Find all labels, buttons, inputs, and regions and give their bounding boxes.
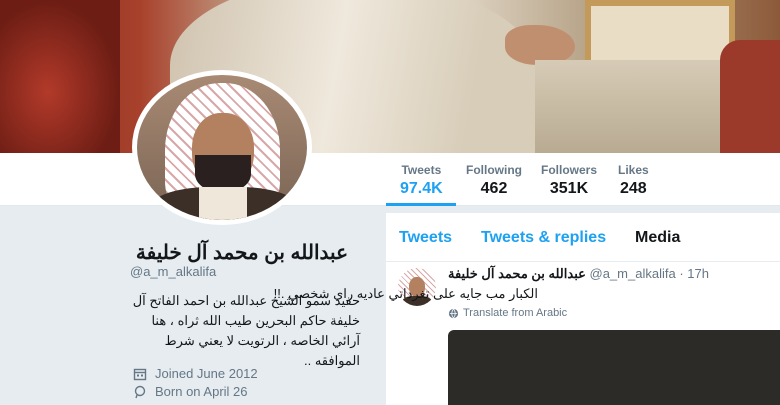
stat-following[interactable]: Following 462: [466, 163, 522, 198]
timeline-card: Tweets Tweets & replies Media عبدالله بن…: [274, 213, 780, 405]
profile-name[interactable]: عبدالله بن محمد آل خليفة: [136, 240, 348, 265]
tab-media[interactable]: Media: [635, 229, 680, 247]
tweet-header: عبدالله بن محمد آل خليفة @a_m_alkalifa ·…: [448, 266, 709, 282]
birth-date: Born on April 26: [133, 384, 248, 399]
tweet-media-preview[interactable]: [448, 330, 780, 405]
stat-label: Following: [466, 163, 522, 177]
translate-text: Translate from Arabic: [463, 307, 568, 319]
stat-value: 462: [480, 180, 508, 197]
stat-value: 97.4K: [400, 180, 443, 197]
stat-tweets[interactable]: Tweets 97.4K: [386, 163, 456, 206]
stat-value: 248: [619, 180, 647, 197]
profile-handle[interactable]: @a_m_alkalifa: [130, 264, 216, 279]
profile-avatar[interactable]: [132, 70, 312, 225]
profile-page: Tweets 97.4K Following 462 Followers 351…: [0, 0, 780, 405]
tweet-text: الكبار مب جايه على تغرداتي عاديه راي شخص…: [273, 286, 538, 301]
stat-likes[interactable]: Likes 248: [618, 163, 649, 198]
tweet-author-handle[interactable]: @a_m_alkalifa: [590, 266, 676, 281]
calendar-icon: [133, 368, 147, 380]
location-pin-icon: [134, 385, 146, 398]
tweet-author-name[interactable]: عبدالله بن محمد آل خليفة: [448, 266, 586, 281]
translate-link[interactable]: Translate from Arabic: [448, 307, 567, 319]
profile-nav-bar: Tweets 97.4K Following 462 Followers 351…: [0, 153, 780, 206]
joined-date: Joined June 2012: [133, 366, 258, 381]
stat-label: Likes: [618, 163, 649, 177]
tab-tweets[interactable]: Tweets: [399, 229, 452, 247]
stat-label: Followers: [541, 163, 598, 177]
tweet-timestamp[interactable]: · 17h: [679, 266, 709, 281]
tab-tweets-replies[interactable]: Tweets & replies: [481, 229, 606, 247]
stat-followers[interactable]: Followers 351K: [541, 163, 597, 198]
joined-text: Joined June 2012: [155, 366, 258, 381]
profile-bio: حفيد سمو الشيخ عبدالله بن احمد الفاتح آل…: [132, 293, 360, 368]
globe-icon: [448, 308, 459, 318]
header-banner-image: [0, 0, 780, 153]
stat-label: Tweets: [401, 163, 442, 177]
tweet-item[interactable]: عبدالله بن محمد آل خليفة @a_m_alkalifa ·…: [274, 262, 780, 405]
active-tab-indicator: [386, 203, 456, 206]
profile-card: عبدالله بن محمد آل خليفة @a_m_alkalifa ح…: [0, 206, 370, 405]
stat-value: 351K: [549, 180, 589, 197]
timeline-tabs: Tweets Tweets & replies Media: [386, 213, 780, 262]
born-text: Born on April 26: [155, 384, 248, 399]
